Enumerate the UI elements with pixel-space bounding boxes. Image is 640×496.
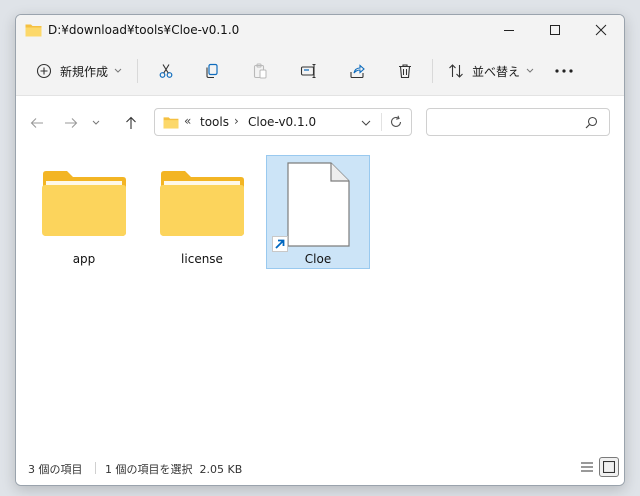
status-bar: 3 個の項目 1 個の項目を選択 2.05 KB [16, 451, 624, 485]
toolbar-separator [137, 59, 138, 83]
file-list: app license Cloe [16, 150, 624, 450]
more-button[interactable] [550, 57, 578, 85]
title-bar[interactable]: D:¥download¥tools¥Cloe-v0.1.0 [16, 15, 624, 47]
delete-icon [399, 64, 411, 79]
search-input[interactable] [435, 115, 575, 129]
more-icon [555, 69, 573, 73]
search-box[interactable] [426, 108, 610, 136]
breadcrumb-item-current[interactable]: Cloe-v0.1.0 [248, 115, 316, 129]
recent-locations-button[interactable] [88, 110, 104, 136]
details-view-button[interactable] [577, 457, 597, 477]
list-view-icon [581, 462, 593, 472]
address-divider [381, 113, 382, 131]
maximize-icon [550, 25, 560, 35]
close-icon [595, 24, 607, 36]
new-label: 新規作成 [60, 64, 109, 79]
folder-item-app[interactable]: app [32, 155, 136, 269]
explorer-window: D:¥download¥tools¥Cloe-v0.1.0 新規作成 並べ替え … [15, 14, 625, 486]
arrow-left-icon [30, 118, 43, 128]
rename-icon [300, 63, 316, 79]
search-icon [585, 116, 598, 129]
minimize-button[interactable] [486, 15, 532, 45]
arrow-right-icon [65, 118, 78, 128]
window-title: D:¥download¥tools¥Cloe-v0.1.0 [48, 23, 240, 37]
toolbar-separator [432, 59, 433, 83]
back-button[interactable] [24, 110, 50, 136]
shortcut-arrow-icon [272, 236, 288, 252]
breadcrumb-separator: › [234, 114, 239, 128]
item-count: 3 個の項目 [28, 463, 83, 476]
chevron-down-icon [92, 120, 100, 125]
status-divider [95, 462, 96, 474]
folder-icon [160, 171, 244, 236]
sort-icon [449, 64, 463, 78]
shortcut-item-cloe[interactable]: Cloe [266, 155, 370, 269]
new-button[interactable]: 新規作成 [28, 57, 124, 85]
address-bar[interactable]: « tools › Cloe-v0.1.0 [154, 108, 412, 136]
arrow-up-icon [126, 116, 136, 129]
navigation-bar: « tools › Cloe-v0.1.0 [16, 96, 624, 150]
paste-icon [253, 63, 267, 79]
paste-button[interactable] [246, 57, 274, 85]
cut-button[interactable] [152, 57, 180, 85]
plus-circle-icon [36, 63, 52, 79]
chevron-down-icon [526, 68, 534, 73]
blank-file-icon [287, 162, 350, 247]
forward-button[interactable] [58, 110, 84, 136]
rename-button[interactable] [295, 57, 323, 85]
selection-info: 1 個の項目を選択 2.05 KB [105, 463, 243, 476]
up-button[interactable] [118, 110, 144, 136]
folder-item-license[interactable]: license [150, 155, 254, 269]
close-button[interactable] [578, 15, 624, 45]
breadcrumb-item-tools[interactable]: tools [200, 115, 229, 129]
item-label: app [72, 252, 96, 266]
copy-button[interactable] [198, 57, 226, 85]
copy-icon [206, 63, 218, 79]
share-icon [350, 64, 365, 79]
large-icons-view-button[interactable] [599, 457, 619, 477]
share-button[interactable] [343, 57, 371, 85]
delete-button[interactable] [391, 57, 419, 85]
breadcrumb-overflow[interactable]: « [184, 114, 191, 128]
folder-icon [163, 117, 179, 129]
cut-icon [159, 64, 173, 78]
chevron-down-icon[interactable] [361, 120, 371, 126]
minimize-icon [504, 30, 514, 31]
item-label: license [181, 252, 223, 266]
refresh-icon[interactable] [389, 115, 403, 129]
folder-icon [25, 24, 42, 37]
command-bar: 新規作成 並べ替え [16, 47, 624, 96]
sort-button[interactable]: 並べ替え [440, 57, 536, 85]
chevron-down-icon [114, 68, 122, 73]
sort-label: 並べ替え [472, 64, 521, 79]
tile-view-icon [603, 461, 615, 473]
folder-icon [42, 171, 126, 236]
item-label: Cloe [304, 252, 332, 266]
maximize-button[interactable] [532, 15, 578, 45]
